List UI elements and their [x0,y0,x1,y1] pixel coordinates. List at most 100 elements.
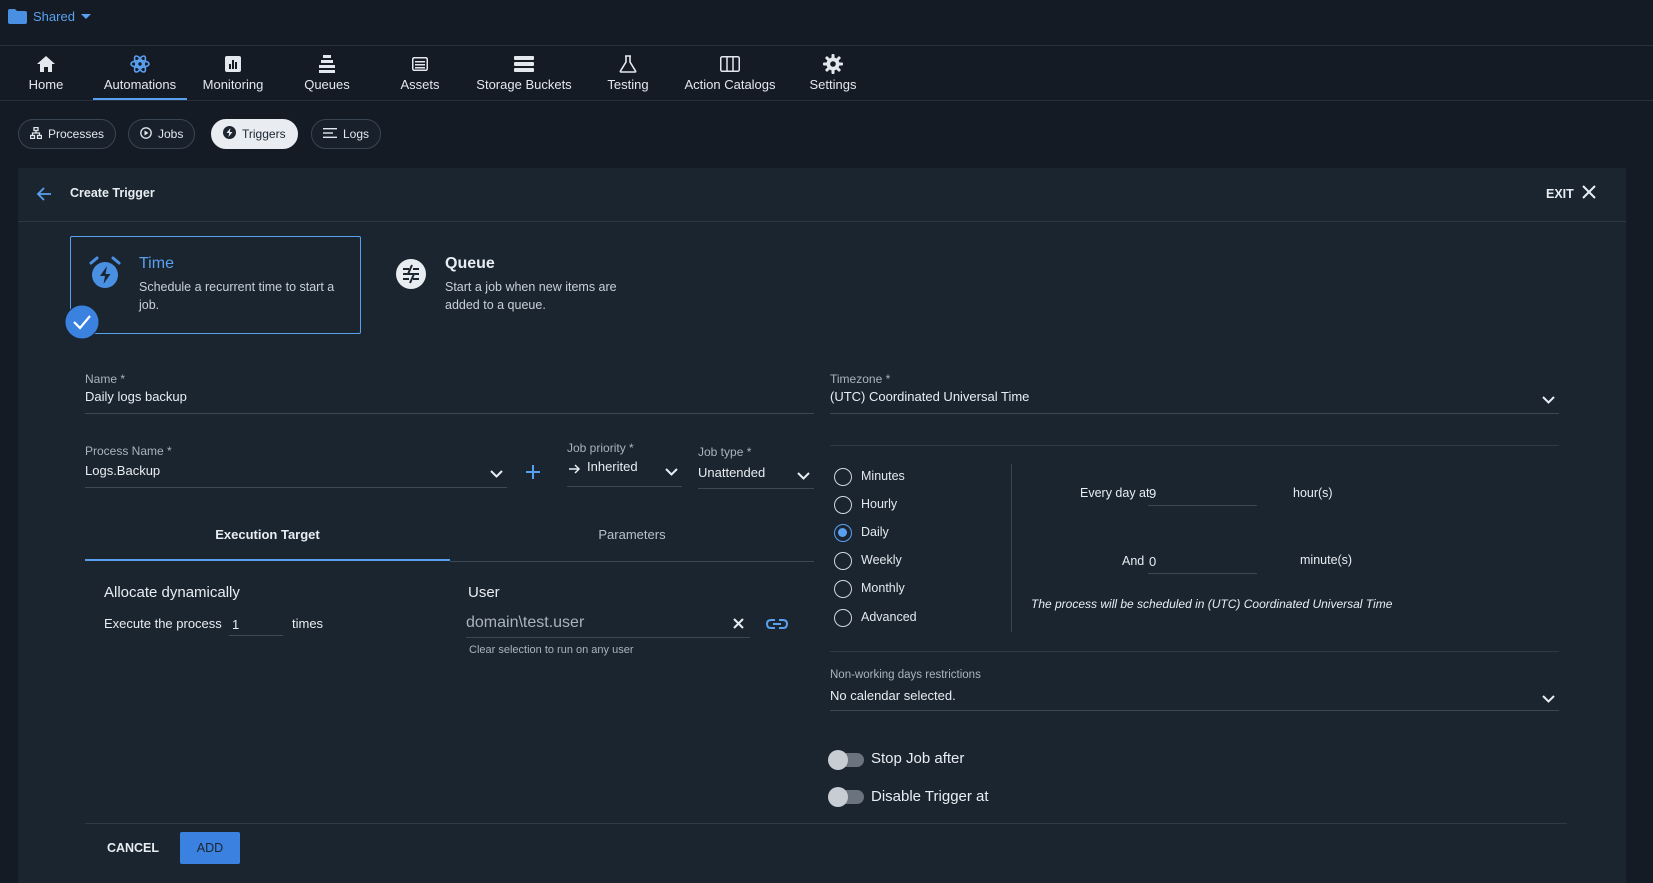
radio-advanced[interactable] [834,609,852,627]
tab-parameters[interactable]: Parameters [450,527,814,561]
assets-icon [410,54,430,74]
divider [830,445,1559,446]
schedule-divider [1011,464,1012,632]
calendar-select[interactable]: No calendar selected. [830,688,1559,711]
page-title: Create Trigger [70,186,155,200]
back-arrow-icon[interactable] [35,185,53,206]
trigger-time-title: Time [139,255,174,272]
tab-label: Parameters [598,527,666,542]
timezone-value: (UTC) Coordinated Universal Time [830,389,1030,404]
radio-weekly[interactable] [834,552,852,570]
user-select[interactable]: domain\test.user [466,612,750,638]
nav-label: Action Catalogs [684,77,776,92]
and-label: And [1122,554,1145,568]
radio-label-monthly: Monthly [861,581,905,595]
radio-minutes[interactable] [834,468,852,486]
nav-label: Automations [103,77,177,92]
queue-trigger-icon [395,258,427,293]
jobtype-label: Job type * [698,445,752,459]
restrictions-label: Non-working days restrictions [830,669,981,681]
chevron-down-icon [665,464,678,479]
tab-execution-target[interactable]: Execution Target [85,527,450,561]
chip-processes[interactable]: Processes [18,119,117,149]
nav-settings[interactable]: Settings [806,46,860,100]
every-day-label: Every day at [1080,486,1150,500]
add-label: ADD [196,841,224,855]
stop-job-toggle[interactable] [828,750,864,770]
nav-automations[interactable]: Automations [93,46,187,100]
name-field[interactable]: Daily logs backup [85,389,814,414]
trigger-queue-description: Start a job when new items are added to … [445,280,617,312]
divider [830,651,1559,652]
nav-monitoring[interactable]: Monitoring [199,46,267,100]
nav-home[interactable]: Home [24,46,68,100]
checkmark-icon [64,304,100,343]
hour-value: 9 [1149,486,1157,501]
radio-daily[interactable] [834,524,852,542]
schedule-note: The process will be scheduled in (UTC) C… [1031,597,1393,611]
process-select[interactable]: Logs.Backup [85,463,507,488]
allocate-title: Allocate dynamically [104,584,240,601]
radio-label-minutes: Minutes [861,469,905,483]
cancel-button[interactable]: CANCEL [100,832,166,864]
nav-label: Assets [400,77,440,92]
execute-suffix: times [292,616,324,631]
add-process-plus-icon[interactable] [525,464,541,483]
chip-jobs[interactable]: Jobs [128,119,196,149]
radio-hourly[interactable] [834,496,852,514]
chip-label: Triggers [242,127,286,141]
jobs-icon [140,126,152,142]
disable-trigger-toggle[interactable] [828,787,864,807]
process-label: Process Name * [85,444,172,458]
execute-count-input[interactable]: 1 [229,614,283,636]
settings-icon [823,54,843,74]
minute-value: 0 [1149,554,1157,569]
hour-input[interactable]: 9 [1148,483,1257,506]
nav-label: Storage Buckets [476,77,572,92]
nav-testing[interactable]: Testing [602,46,654,100]
exit-button[interactable]: EXIT [1546,185,1596,202]
action-catalogs-icon [720,54,740,74]
nav-action-catalogs[interactable]: Action Catalogs [682,46,778,100]
chevron-down-icon [1542,392,1555,407]
jobtype-select[interactable]: Unattended [698,465,814,489]
minute-input[interactable]: 0 [1148,551,1257,574]
execute-prefix: Execute the process [104,616,222,631]
trigger-queue-title: Queue [445,255,495,272]
nav-storage-buckets[interactable]: Storage Buckets [474,46,574,100]
priority-select[interactable]: Inherited [567,459,682,487]
chip-logs[interactable]: Logs [311,119,382,149]
exit-label: EXIT [1546,186,1574,201]
timezone-select[interactable]: (UTC) Coordinated Universal Time [830,389,1559,414]
nav-label: Settings [809,77,857,92]
folder-selector[interactable]: Shared [8,9,91,24]
minute-unit: minute(s) [1300,553,1353,567]
alarm-clock-icon [88,256,122,293]
footer-divider [85,823,1567,824]
process-value: Logs.Backup [85,463,161,478]
add-button[interactable]: ADD [180,832,240,864]
chip-label: Jobs [158,127,184,141]
home-icon [36,54,56,74]
name-value: Daily logs backup [85,389,187,404]
calendar-value: No calendar selected. [830,688,956,703]
close-icon [1582,185,1596,202]
tab-divider [450,561,814,562]
storage-buckets-icon [514,54,534,74]
panel-header [18,168,1626,222]
radio-monthly[interactable] [834,580,852,598]
nav-assets[interactable]: Assets [396,46,444,100]
radio-label-advanced: Advanced [861,610,917,624]
link-icon[interactable] [765,617,789,634]
nav-label: Queues [304,77,350,92]
nav-queues[interactable]: Queues [300,46,354,100]
testing-icon [618,54,638,74]
nav-label: Testing [607,77,649,92]
name-label: Name * [85,372,126,386]
logs-icon [323,127,337,141]
queues-icon [317,54,337,74]
chip-triggers[interactable]: Triggers [211,119,298,149]
clear-icon[interactable] [733,617,744,632]
nav-label: Monitoring [202,77,264,92]
folder-label: Shared [33,9,75,24]
